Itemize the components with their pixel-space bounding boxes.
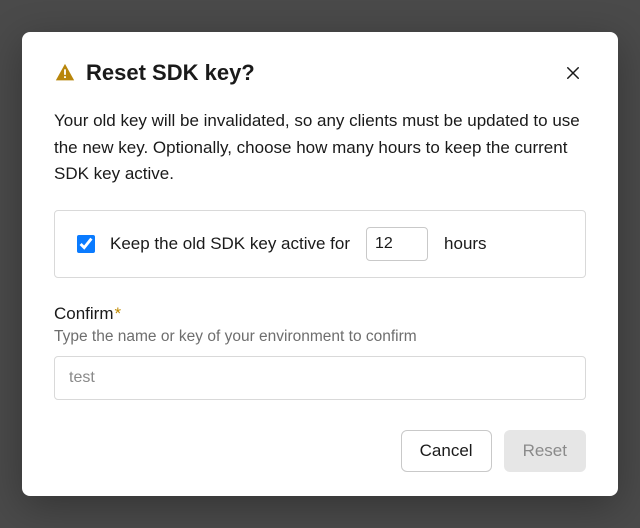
reset-sdk-dialog: Reset SDK key? Your old key will be inva…: [22, 32, 618, 495]
title-wrap: Reset SDK key?: [54, 60, 255, 86]
close-button[interactable]: [560, 60, 586, 86]
modal-backdrop: Reset SDK key? Your old key will be inva…: [0, 0, 640, 528]
close-icon: [564, 70, 582, 85]
dialog-body-text: Your old key will be invalidated, so any…: [54, 108, 586, 187]
keep-key-label-before: Keep the old SDK key active for: [110, 234, 350, 254]
hours-input[interactable]: [366, 227, 428, 261]
keep-key-label-after: hours: [444, 234, 487, 254]
dialog-header: Reset SDK key?: [54, 60, 586, 86]
confirm-input[interactable]: [54, 356, 586, 400]
confirm-label-text: Confirm: [54, 304, 114, 323]
confirm-help-text: Type the name or key of your environment…: [54, 328, 586, 346]
cancel-button[interactable]: Cancel: [401, 430, 492, 472]
confirm-section: Confirm* Type the name or key of your en…: [54, 304, 586, 400]
dialog-title: Reset SDK key?: [86, 60, 255, 86]
required-asterisk: *: [115, 304, 122, 323]
warning-icon: [54, 62, 76, 84]
reset-button[interactable]: Reset: [504, 430, 586, 472]
confirm-label: Confirm*: [54, 304, 586, 324]
dialog-footer: Cancel Reset: [54, 430, 586, 472]
keep-key-active-checkbox[interactable]: [77, 235, 95, 253]
keep-key-active-option: Keep the old SDK key active for hours: [54, 210, 586, 278]
